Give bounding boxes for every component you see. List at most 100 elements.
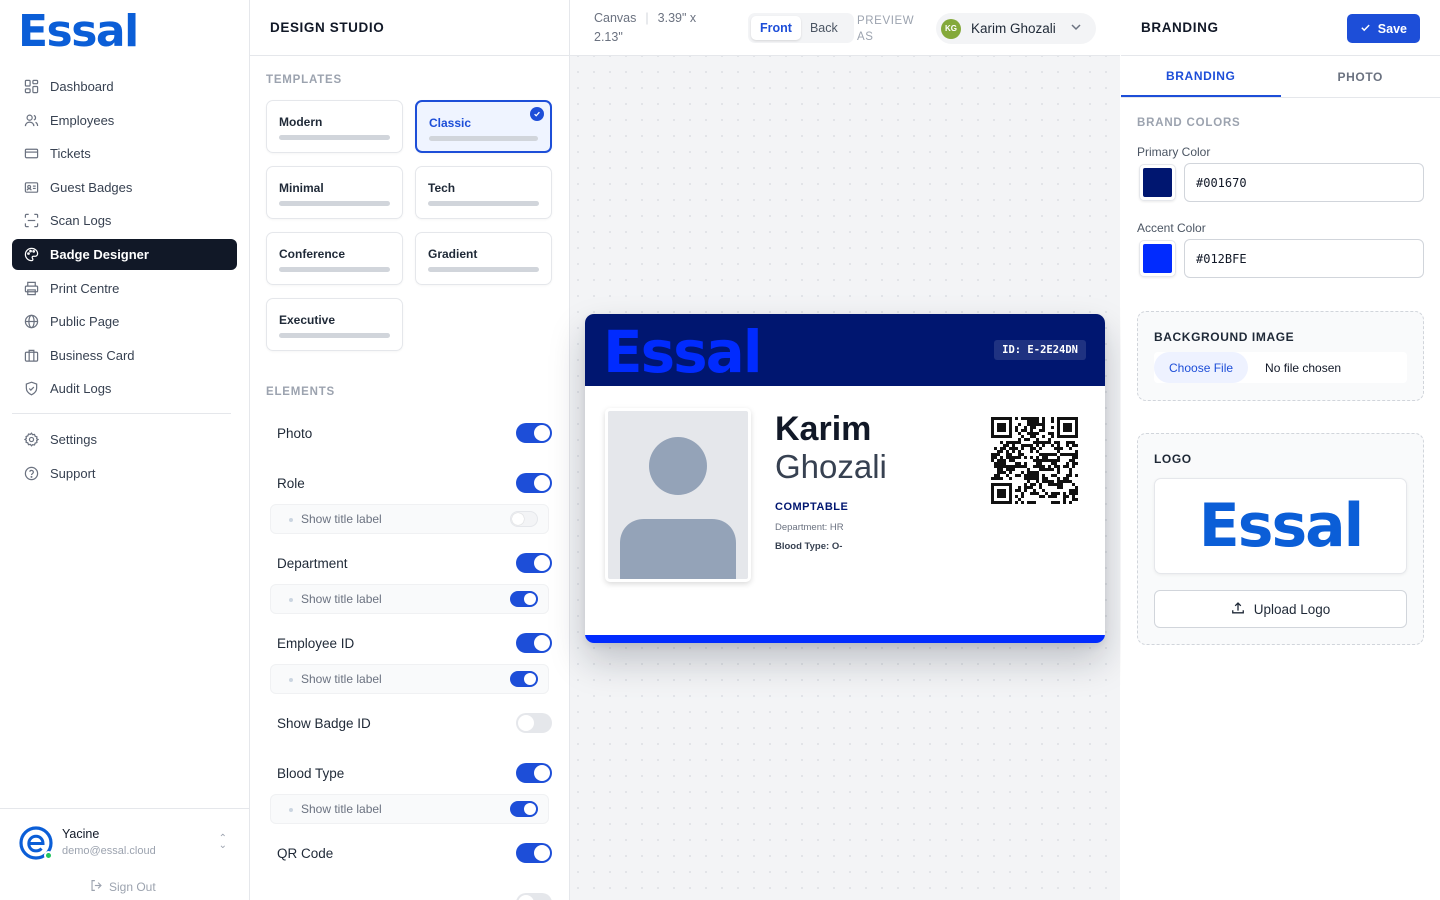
sidebar-item-employees[interactable]: Employees <box>12 105 237 136</box>
sidebar-item-label: Audit Logs <box>50 381 112 397</box>
sidebar-item-guest-badges[interactable]: Guest Badges <box>12 172 237 203</box>
sign-out-icon <box>90 879 103 895</box>
preview-user-select[interactable]: KG Karim Ghozali <box>936 13 1096 44</box>
qr-code-toggle[interactable] <box>516 843 552 863</box>
no-file-text: No file chosen <box>1265 360 1342 375</box>
side-front-button[interactable]: Front <box>751 16 801 40</box>
sidebar-item-settings[interactable]: Settings <box>12 424 237 455</box>
sidebar-item-label: Tickets <box>50 146 91 162</box>
photo-toggle[interactable] <box>516 423 552 443</box>
sidebar-item-business-card[interactable]: Business Card <box>12 340 237 371</box>
primary-color-swatch[interactable] <box>1139 164 1176 201</box>
sidebar-item-print-centre[interactable]: Print Centre <box>12 273 237 304</box>
sidebar-item-label: Dashboard <box>50 79 114 94</box>
users-icon <box>24 113 39 128</box>
upload-logo-button[interactable]: Upload Logo <box>1154 590 1407 628</box>
template-card-minimal[interactable]: Minimal <box>266 166 403 219</box>
sign-out-button[interactable]: Sign Out <box>90 879 156 895</box>
branding-tabs: BRANDING PHOTO <box>1121 56 1440 98</box>
background-image-label: BACKGROUND IMAGE <box>1154 330 1295 344</box>
template-card-gradient[interactable]: Gradient <box>415 232 552 285</box>
blood-type-title-label-toggle[interactable] <box>510 801 538 817</box>
brand-colors-label: BRAND COLORS <box>1137 117 1241 129</box>
element-label: Role <box>277 475 305 491</box>
canvas-label: Canvas <box>594 11 637 25</box>
department-title-label-toggle[interactable] <box>510 591 538 607</box>
template-name: Modern <box>279 115 323 129</box>
save-button[interactable]: Save <box>1346 14 1420 43</box>
check-icon <box>530 107 544 121</box>
nav-divider <box>12 413 231 415</box>
sidebar-item-badge-designer[interactable]: Badge Designer <box>12 238 237 270</box>
template-card-conference[interactable]: Conference <box>266 232 403 285</box>
template-preview-bar <box>428 267 539 272</box>
sidebar-item-tickets[interactable]: Tickets <box>12 138 237 169</box>
sidebar-item-dashboard[interactable]: Dashboard <box>12 71 237 102</box>
sidebar-item-label: Employees <box>50 112 115 128</box>
ticket-icon <box>24 146 39 161</box>
shield-icon <box>24 381 39 396</box>
employee-id-toggle[interactable] <box>516 633 552 653</box>
partial-toggle[interactable] <box>516 893 552 900</box>
design-studio-panel: DESIGN STUDIO TEMPLATES Modern Classic M… <box>250 0 570 900</box>
sidebar-item-label: Public Page <box>50 314 120 330</box>
side-back-button[interactable]: Back <box>801 16 847 40</box>
template-card-classic[interactable]: Classic <box>415 100 552 153</box>
upload-logo-label: Upload Logo <box>1253 601 1331 617</box>
template-card-tech[interactable]: Tech <box>415 166 552 219</box>
accent-color-input[interactable] <box>1184 239 1424 278</box>
template-preview-bar <box>428 201 539 206</box>
role-title-label-toggle[interactable] <box>510 511 538 527</box>
badge-id-toggle[interactable] <box>516 713 552 733</box>
template-card-executive[interactable]: Executive <box>266 298 403 351</box>
background-file-input[interactable]: Choose File No file chosen <box>1154 352 1407 383</box>
sidebar-item-label: Business Card <box>50 347 135 363</box>
templates-label: TEMPLATES <box>266 74 342 86</box>
branding-panel: BRANDING Save BRANDING PHOTO BRAND COLOR… <box>1121 0 1440 900</box>
element-label: QR Code <box>277 845 334 861</box>
role-title-label-row: Show title label <box>270 504 549 534</box>
template-preview-bar <box>279 201 390 206</box>
sign-out-label: Sign Out <box>109 880 156 894</box>
chevron-up-down-icon[interactable]: ⌃ ⌄ <box>219 834 227 851</box>
badge-id-chip: ID: E-2E24DN <box>994 340 1086 360</box>
sub-label: Show title label <box>301 592 382 606</box>
side-switcher: Front Back <box>748 13 854 43</box>
blood-type-toggle[interactable] <box>516 763 552 783</box>
template-name: Executive <box>279 313 336 327</box>
badge-first-name: Karim <box>775 410 872 448</box>
bullet <box>289 517 293 522</box>
element-row-qr-code: QR Code <box>266 833 559 873</box>
tab-branding[interactable]: BRANDING <box>1121 56 1281 97</box>
preview-as-label: PREVIEW AS <box>857 15 915 43</box>
sidebar-item-label: Print Centre <box>50 280 120 296</box>
template-card-modern[interactable]: Modern <box>266 100 403 153</box>
element-row-department: Department <box>266 543 559 583</box>
element-label: Show Badge ID <box>277 715 371 731</box>
badge-preview[interactable]: Essal ID: E-2E24DN Karim Ghozali COMPTAB… <box>585 314 1105 643</box>
employee-id-title-label-row: Show title label <box>270 664 549 694</box>
sidebar-item-audit-logs[interactable]: Audit Logs <box>12 373 237 404</box>
department-toggle[interactable] <box>516 553 552 573</box>
template-preview-bar <box>279 333 390 338</box>
tab-photo[interactable]: PHOTO <box>1281 56 1440 97</box>
briefcase-icon <box>24 348 39 363</box>
sidebar-item-support[interactable]: Support <box>12 458 237 489</box>
choose-file-button[interactable]: Choose File <box>1154 352 1249 383</box>
template-name: Tech <box>428 181 456 195</box>
upload-icon <box>1231 601 1245 618</box>
accent-color-swatch[interactable] <box>1139 240 1176 277</box>
employee-id-title-label-toggle[interactable] <box>510 671 538 687</box>
app-logo[interactable]: Essal <box>18 6 139 57</box>
sidebar-item-scan-logs[interactable]: Scan Logs <box>12 205 237 236</box>
user-menu[interactable]: Yacine demo@essal.cloud ⌃ ⌄ Sign Out <box>0 808 249 900</box>
scan-icon <box>24 213 39 228</box>
logo-preview-text: Essal <box>1198 491 1364 561</box>
template-preview-bar <box>429 136 538 141</box>
template-name: Conference <box>279 247 346 261</box>
badge-blood-type: Blood Type: O- <box>775 541 842 552</box>
primary-color-fill <box>1143 168 1172 197</box>
primary-color-input[interactable] <box>1184 163 1424 202</box>
sidebar-item-public-page[interactable]: Public Page <box>12 306 237 337</box>
role-toggle[interactable] <box>516 473 552 493</box>
